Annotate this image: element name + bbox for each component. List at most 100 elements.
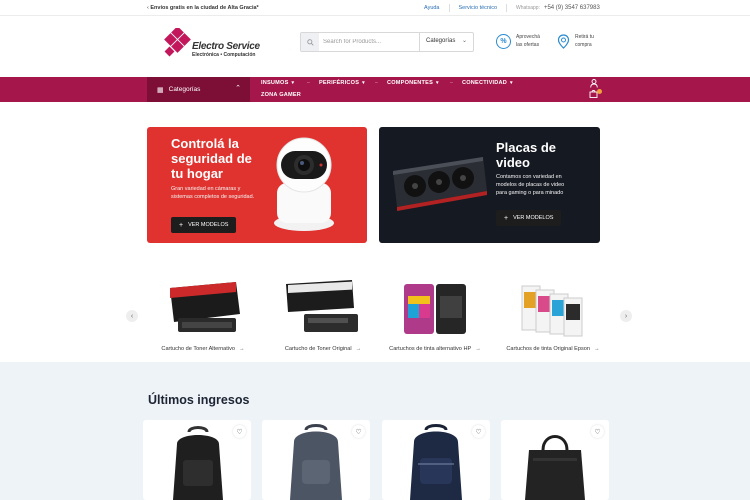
laptop-bag-image — [525, 435, 585, 500]
search-icon[interactable] — [301, 33, 319, 51]
site-logo[interactable]: Electro Service Electrónica • Computació… — [162, 28, 262, 62]
product-label: Cartucho de Toner Alternativo → — [148, 346, 258, 352]
banner-title-line: Placas de — [496, 140, 556, 155]
carousel-prev-button[interactable]: ‹ — [126, 310, 138, 322]
backpack-black-image — [173, 426, 223, 500]
nav-item-conectividad[interactable]: CONECTIVIDAD ▾ — [462, 80, 513, 86]
product-card[interactable]: ♡ — [262, 420, 370, 500]
product-label: Cartuchos de tinta Original Epson → — [498, 346, 608, 352]
categories-label: Categorías — [168, 86, 201, 93]
latest-section: Últimos ingresos — [0, 362, 750, 500]
divider: – — [450, 80, 453, 86]
nav-item-label: ZONA GAMER — [261, 92, 302, 98]
chevron-up-icon: ⌃ — [235, 85, 241, 92]
view-models-button[interactable]: + VER MODELOS — [496, 210, 562, 226]
button-label: VER MODELOS — [513, 215, 554, 221]
nav-item-componentes[interactable]: COMPONENTES ▾ — [387, 80, 439, 86]
categories-menu-button[interactable]: ▦ Categorías ⌃ — [147, 77, 250, 102]
search-input[interactable] — [323, 35, 415, 49]
banner-title-line: Controlá la — [171, 136, 239, 151]
epson-ink-bottles-image — [521, 285, 583, 337]
divider: – — [375, 80, 378, 86]
product-label-text: Cartucho de Toner Alternativo — [161, 346, 235, 352]
pickup-feature[interactable]: Retirá tu compra — [557, 33, 594, 49]
product-card[interactable]: ♡ — [382, 420, 490, 500]
banner-title-line: video — [496, 155, 530, 170]
arrow-right-icon: → — [239, 346, 245, 352]
banner-title: Controlá la seguridad de tu hogar — [171, 136, 252, 181]
nav-menu: INSUMOS ▾ – PERIFÉRICOS ▾ – COMPONENTES ▾ –… — [261, 77, 561, 102]
product-label: Cartucho de Toner Original → — [268, 346, 378, 352]
product-label-text: Cartuchos de tinta Original Epson — [506, 346, 591, 352]
backpack-gray-image — [290, 424, 342, 500]
nav-item-label: PERIFÉRICOS — [319, 80, 360, 86]
hp-ink-cartridges-image — [404, 284, 466, 334]
heart-icon[interactable]: ♡ — [233, 425, 246, 438]
divider — [448, 4, 450, 12]
map-pin-icon — [557, 33, 570, 49]
help-link[interactable]: Ayuda — [424, 5, 440, 11]
banner-title-line: seguridad de — [171, 151, 252, 166]
pickup-line1: Retirá tu — [575, 34, 594, 40]
chevron-down-icon: ▾ — [436, 80, 439, 86]
logo-brand: Electro Service — [192, 41, 260, 52]
plus-icon: + — [179, 221, 184, 229]
chevron-down-icon: ⌄ — [461, 38, 467, 44]
heart-icon[interactable]: ♡ — [352, 425, 365, 438]
banner-description: Contamos con variedad en modelos de plac… — [496, 173, 564, 197]
category-select-value: Categorías — [426, 38, 456, 44]
whatsapp-number[interactable]: +54 (9) 3547 637983 — [544, 5, 600, 11]
search-bar: Categorías ⌄ — [300, 32, 474, 52]
banner-desc-line: sistemas completos de seguridad. — [171, 194, 255, 200]
gpu-banner[interactable]: Placas de video Contamos con variedad en… — [379, 127, 600, 243]
category-select[interactable]: Categorías ⌄ — [419, 33, 473, 51]
logo-mark-icon — [164, 28, 191, 57]
whatsapp-label: Whatsapp: — [516, 5, 540, 11]
nav-item-insumos[interactable]: INSUMOS ▾ — [261, 80, 294, 86]
chevron-down-icon: ▾ — [291, 80, 295, 86]
banner-desc-line: para gaming o para minado — [496, 190, 564, 196]
backpack-navy-image — [410, 424, 462, 500]
product-label: Cartuchos de tinta alternativo HP → — [380, 346, 490, 352]
nav-item-zona-gamer[interactable]: ZONA GAMER — [261, 92, 301, 98]
user-icon[interactable] — [590, 79, 598, 88]
nav-item-perifericos[interactable]: PERIFÉRICOS ▾ — [319, 80, 365, 86]
banner-title-line: tu hogar — [171, 166, 223, 181]
grid-icon: ▦ — [157, 86, 164, 94]
cart-badge — [597, 89, 602, 94]
arrow-right-icon: → — [475, 346, 481, 352]
top-bar: ‹ Envíos gratis en la ciudad de Alta Gra… — [0, 0, 750, 16]
banner-desc-line: modelos de placas de video — [496, 182, 565, 188]
offers-text: Aprovechá las ofertas — [516, 33, 540, 49]
arrow-right-icon: → — [594, 346, 600, 352]
security-banner[interactable]: Controlá la seguridad de tu hogar Gran v… — [147, 127, 367, 243]
product-label-text: Cartuchos de tinta alternativo HP — [389, 346, 472, 352]
section-title: Últimos ingresos — [148, 393, 250, 407]
button-label: VER MODELOS — [188, 222, 229, 228]
nav-icons — [585, 79, 605, 101]
logo-subtitle: Electrónica • Computación — [192, 52, 256, 58]
toner-alternative-image — [170, 282, 240, 332]
view-models-button[interactable]: + VER MODELOS — [171, 217, 237, 233]
security-camera-image — [274, 137, 334, 231]
product-card[interactable]: ♡ — [143, 420, 251, 500]
offers-line2: las ofertas — [516, 42, 540, 48]
toner-original-image — [286, 280, 358, 332]
promo-label: Envíos gratis en la ciudad de Alta Graci… — [150, 5, 259, 11]
product-card[interactable]: ♡ — [501, 420, 609, 500]
heart-icon[interactable]: ♡ — [472, 425, 485, 438]
arrow-right-icon: → — [355, 346, 362, 352]
divider — [506, 4, 508, 12]
banner-desc-line: Gran variedad en cámaras y — [171, 186, 241, 192]
pickup-text: Retirá tu compra — [575, 33, 594, 49]
banner-title: Placas de video — [496, 140, 556, 170]
offers-feature[interactable]: % Aprovechá las ofertas — [496, 33, 540, 49]
promo-arrow-icon: ‹ — [147, 5, 149, 11]
chevron-down-icon: ▾ — [362, 80, 365, 86]
top-links: Ayuda Servicio técnico Whatsapp: +54 (9)… — [424, 4, 600, 12]
tech-service-link[interactable]: Servicio técnico — [459, 5, 498, 11]
banner-description: Gran variedad en cámaras y sistemas comp… — [171, 185, 254, 201]
carousel-next-button[interactable]: › — [620, 310, 632, 322]
main-nav: ▦ Categorías ⌃ INSUMOS ▾ – PERIFÉRICOS ▾ –… — [0, 77, 750, 102]
heart-icon[interactable]: ♡ — [591, 425, 604, 438]
